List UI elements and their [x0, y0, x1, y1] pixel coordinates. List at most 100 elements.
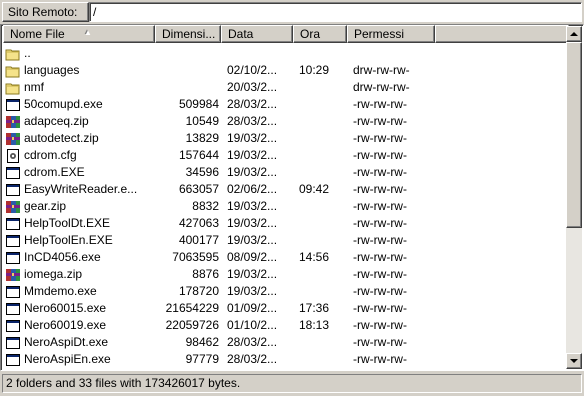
zip-icon: [5, 199, 21, 215]
table-row[interactable]: autodetect.zip 13829 19/03/2... -rw-rw-rw-: [3, 130, 569, 147]
file-name-cell[interactable]: HelpToolEn.EXE: [3, 232, 155, 249]
file-name-cell[interactable]: cdrom.cfg: [3, 147, 155, 164]
file-name-cell[interactable]: EasyWriteReader.e...: [3, 181, 155, 198]
file-name-cell[interactable]: InCD4056.exe: [3, 249, 155, 266]
file-name-cell[interactable]: ..: [3, 45, 155, 62]
remote-site-label: Sito Remoto:: [2, 2, 89, 22]
file-permissions: -rw-rw-rw-: [353, 165, 407, 179]
exe-icon: [5, 165, 21, 181]
file-permissions: -rw-rw-rw-: [353, 335, 407, 349]
file-name-cell[interactable]: cdrom.EXE: [3, 164, 155, 181]
table-row[interactable]: EasyWriteReader.e... 663057 02/06/2... 09:4…: [3, 181, 569, 198]
file-date: 20/03/2...: [227, 80, 278, 94]
scroll-up-button[interactable]: [566, 26, 582, 42]
file-name-cell[interactable]: adapceq.zip: [3, 113, 155, 130]
table-row[interactable]: 50comupd.exe 509984 28/03/2... -rw-rw-rw-: [3, 96, 569, 113]
table-row[interactable]: Nero60019.exe 22059726 01/10/2... 18:13 -rw-…: [3, 317, 569, 334]
file-rows: .. languages 02/10/2... 10:29 drw-rw-rw-nmf 2…: [3, 45, 569, 368]
file-size: 509984: [178, 97, 219, 111]
file-name-cell[interactable]: Nero60019.exe: [3, 317, 155, 334]
table-row[interactable]: cdrom.EXE 34596 19/03/2... -rw-rw-rw-: [3, 164, 569, 181]
exe-icon: [5, 335, 21, 351]
file-date: 19/03/2...: [227, 284, 278, 298]
column-header-date[interactable]: Data: [221, 25, 293, 43]
file-name-cell[interactable]: NeroAspiEn.exe: [3, 351, 155, 368]
file-size: 427063: [178, 216, 219, 230]
file-name-cell[interactable]: nmf: [3, 79, 155, 96]
file-time: [293, 266, 347, 283]
file-size: [155, 45, 221, 62]
file-list[interactable]: Nome File ▲ Dimensi... Data Ora Permessi…: [0, 24, 584, 371]
scroll-thumb[interactable]: [566, 42, 582, 228]
folder-icon: [5, 46, 21, 62]
file-name: NeroAspiEn.exe: [24, 352, 111, 366]
list-header: Nome File ▲ Dimensi... Data Ora Permessi: [3, 25, 569, 43]
scroll-down-button[interactable]: [566, 353, 582, 369]
table-row[interactable]: iomega.zip 8876 19/03/2... -rw-rw-rw-: [3, 266, 569, 283]
table-row[interactable]: InCD4056.exe 7063595 08/09/2... 14:56 -rw-rw…: [3, 249, 569, 266]
file-name: HelpToolEn.EXE: [24, 233, 113, 247]
table-row[interactable]: NeroAspiEn.exe 97779 28/03/2... -rw-rw-rw-: [3, 351, 569, 368]
file-time: [293, 45, 347, 62]
status-text: 2 folders and 33 files with 173426017 by…: [2, 374, 582, 393]
column-header-filler: [435, 25, 569, 43]
table-row[interactable]: nmf 20/03/2... drw-rw-rw-: [3, 79, 569, 96]
file-name: EasyWriteReader.e...: [24, 182, 138, 196]
exe-icon: [5, 97, 21, 113]
vertical-scrollbar[interactable]: [566, 26, 582, 369]
file-date: 19/03/2...: [227, 233, 278, 247]
file-name-cell[interactable]: languages: [3, 62, 155, 79]
file-permissions: -rw-rw-rw-: [353, 250, 407, 264]
exe-icon: [5, 233, 21, 249]
zip-icon: [5, 267, 21, 283]
column-header-name[interactable]: Nome File ▲: [3, 25, 155, 43]
file-name-cell[interactable]: HelpToolDt.EXE: [3, 215, 155, 232]
file-time: 09:42: [299, 182, 330, 196]
file-time: [293, 130, 347, 147]
table-row[interactable]: HelpToolEn.EXE 400177 19/03/2... -rw-rw-rw-: [3, 232, 569, 249]
zip-icon: [5, 131, 21, 147]
file-date: 19/03/2...: [227, 267, 278, 281]
file-permissions: -rw-rw-rw-: [353, 97, 407, 111]
file-date: 19/03/2...: [227, 216, 278, 230]
file-name: languages: [24, 63, 80, 77]
file-time: [293, 113, 347, 130]
table-row[interactable]: HelpToolDt.EXE 427063 19/03/2... -rw-rw-rw-: [3, 215, 569, 232]
file-size: [155, 79, 221, 96]
file-permissions: -rw-rw-rw-: [353, 301, 407, 315]
file-time: 10:29: [299, 63, 330, 77]
table-row[interactable]: Mmdemo.exe 178720 19/03/2... -rw-rw-rw-: [3, 283, 569, 300]
table-row[interactable]: languages 02/10/2... 10:29 drw-rw-rw-: [3, 62, 569, 79]
file-name: Nero60019.exe: [24, 318, 107, 332]
file-name-cell[interactable]: 50comupd.exe: [3, 96, 155, 113]
status-bar: 2 folders and 33 files with 173426017 by…: [0, 371, 584, 396]
exe-icon: [5, 182, 21, 198]
file-name-cell[interactable]: Nero60015.exe: [3, 300, 155, 317]
file-date: 02/06/2...: [227, 182, 278, 196]
file-name-cell[interactable]: autodetect.zip: [3, 130, 155, 147]
file-permissions: -rw-rw-rw-: [353, 131, 407, 145]
file-name-cell[interactable]: NeroAspiDt.exe: [3, 334, 155, 351]
table-row[interactable]: ..: [3, 45, 569, 62]
file-name: cdrom.EXE: [24, 165, 85, 179]
file-time: [293, 215, 347, 232]
file-name-cell[interactable]: iomega.zip: [3, 266, 155, 283]
table-row[interactable]: gear.zip 8832 19/03/2... -rw-rw-rw-: [3, 198, 569, 215]
table-row[interactable]: NeroAspiDt.exe 98462 28/03/2... -rw-rw-rw-: [3, 334, 569, 351]
column-header-size[interactable]: Dimensi...: [155, 25, 221, 43]
file-name-cell[interactable]: gear.zip: [3, 198, 155, 215]
file-name: Mmdemo.exe: [24, 284, 97, 298]
file-name: Nero60015.exe: [24, 301, 107, 315]
column-header-time[interactable]: Ora: [293, 25, 347, 43]
file-name-cell[interactable]: Mmdemo.exe: [3, 283, 155, 300]
remote-path-input[interactable]: [89, 2, 582, 22]
table-row[interactable]: adapceq.zip 10549 28/03/2... -rw-rw-rw-: [3, 113, 569, 130]
table-row[interactable]: cdrom.cfg 157644 19/03/2... -rw-rw-rw-: [3, 147, 569, 164]
file-name: NeroAspiDt.exe: [24, 335, 109, 349]
file-size: 10549: [185, 114, 219, 128]
file-permissions: drw-rw-rw-: [353, 80, 410, 94]
column-header-permissions[interactable]: Permessi: [347, 25, 435, 43]
file-time: [293, 96, 347, 113]
table-row[interactable]: Nero60015.exe 21654229 01/09/2... 17:36 -rw-…: [3, 300, 569, 317]
file-name: nmf: [24, 80, 45, 94]
